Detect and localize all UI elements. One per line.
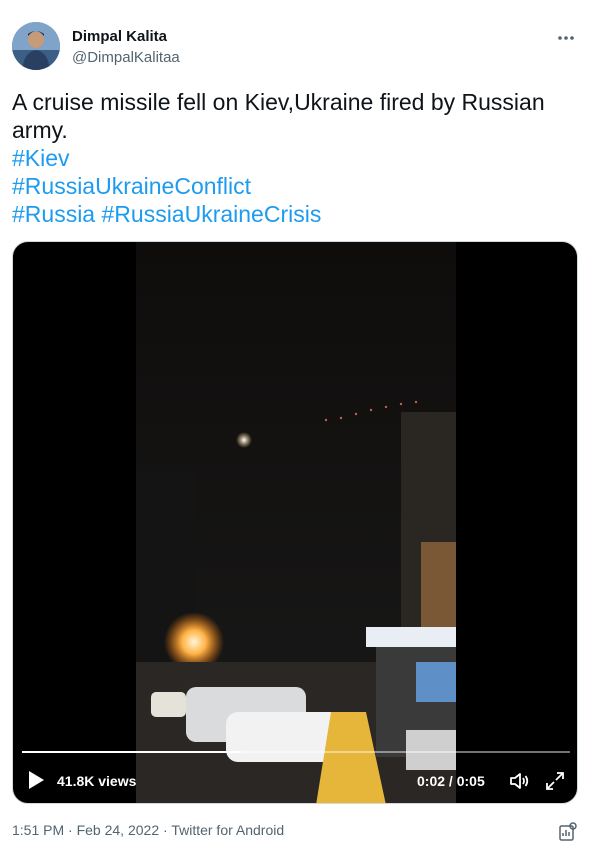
tweet-time[interactable]: 1:51 PM <box>12 822 64 838</box>
meta-separator: · <box>64 822 77 838</box>
video-player[interactable]: 41.8K views 0:02 / 0:05 <box>12 241 578 804</box>
video-progress-bar[interactable] <box>22 751 570 753</box>
duration: 0:05 <box>456 773 485 789</box>
hashtag-link[interactable]: #RussiaUkraineConflict <box>12 172 572 200</box>
meta-separator: · <box>159 822 172 838</box>
tweet-date[interactable]: Feb 24, 2022 <box>77 822 160 838</box>
hashtag-link[interactable]: #Kiev <box>12 144 572 172</box>
tweet-meta: 1:51 PM · Feb 24, 2022 · Twitter for And… <box>12 822 284 838</box>
author-name[interactable]: Dimpal Kalita <box>72 28 167 45</box>
analytics-icon[interactable] <box>558 822 578 842</box>
author-handle[interactable]: @DimpalKalitaa <box>72 49 180 66</box>
tweet-source[interactable]: Twitter for Android <box>171 822 284 838</box>
fullscreen-icon[interactable] <box>544 770 566 792</box>
hashtag-link[interactable]: #RussiaUkraineCrisis <box>102 201 322 227</box>
hashtag-link[interactable]: #Russia <box>12 201 95 227</box>
avatar[interactable] <box>12 22 60 70</box>
volume-icon[interactable] <box>508 770 530 792</box>
more-horizontal-icon[interactable] <box>556 28 576 48</box>
play-icon[interactable] <box>27 770 45 790</box>
view-count: 41.8K views <box>57 773 137 789</box>
hashtag-line: #Russia #RussiaUkraineCrisis <box>12 200 572 228</box>
video-controls: 41.8K views 0:02 / 0:05 <box>13 766 577 796</box>
video-progress-fill <box>22 751 242 753</box>
current-time: 0:02 <box>417 773 446 789</box>
time-separator: / <box>445 773 457 789</box>
video-frame <box>136 242 456 803</box>
tweet-header: Dimpal Kalita @DimpalKalitaa <box>12 22 582 74</box>
video-time: 0:02 / 0:05 <box>417 773 485 789</box>
hashtags: #Kiev #RussiaUkraineConflict #Russia #Ru… <box>12 144 572 228</box>
tweet-body: A cruise missile fell on Kiev,Ukraine fi… <box>12 88 572 228</box>
tweet-text: A cruise missile fell on Kiev,Ukraine fi… <box>12 89 545 143</box>
